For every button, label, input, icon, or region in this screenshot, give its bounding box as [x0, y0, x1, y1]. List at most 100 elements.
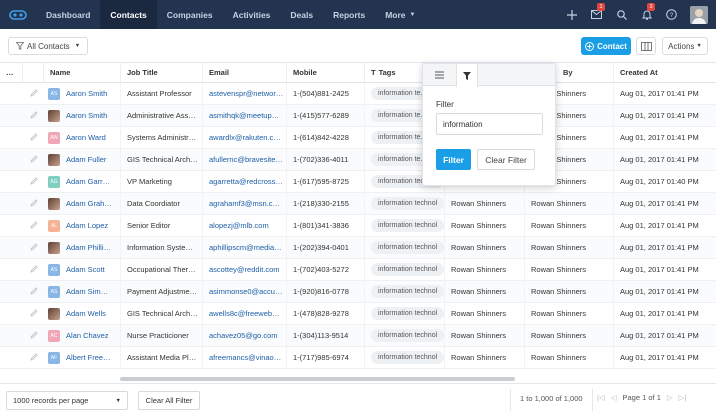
cell-email[interactable]: aphillipscm@media…: [202, 237, 286, 259]
cell-email[interactable]: awells8c@freeweb…: [202, 303, 286, 325]
cell-name[interactable]: Adam Wells: [48, 303, 120, 325]
cell-name[interactable]: AW Aaron Ward: [48, 127, 120, 149]
edit-pencil-icon[interactable]: [30, 287, 38, 297]
contact-name-link[interactable]: Adam Sim…: [66, 281, 108, 303]
user-avatar[interactable]: [690, 5, 708, 24]
column-layout-button[interactable]: [636, 37, 656, 55]
contact-name-link[interactable]: Adam Grah…: [66, 193, 112, 215]
edit-pencil-icon[interactable]: [30, 177, 38, 187]
clear-filter-button[interactable]: Clear Filter: [477, 149, 535, 170]
edit-pencil-icon[interactable]: [30, 89, 38, 99]
edit-pencil-icon[interactable]: [30, 221, 38, 231]
nav-dashboard[interactable]: Dashboard: [36, 0, 100, 29]
table-row[interactable]: Adam Wells GIS Technical Arch… awells8c@fr…: [0, 303, 716, 325]
mail-icon[interactable]: 1: [584, 0, 609, 29]
contact-name-link[interactable]: Adam Lopez: [66, 215, 108, 237]
cell-name[interactable]: AF Albert Free…: [48, 347, 120, 369]
nav-contacts[interactable]: Contacts: [100, 0, 157, 29]
view-selector[interactable]: All Contacts ▼: [8, 37, 89, 55]
table-row[interactable]: Adam Fuller GIS Technical Arch… afullernc@…: [0, 149, 716, 171]
prev-page-icon[interactable]: ◁: [611, 393, 617, 402]
edit-pencil-icon[interactable]: [30, 199, 38, 209]
cell-email[interactable]: asmithqk@meetup…: [202, 105, 286, 127]
table-row[interactable]: AS Aaron Smith Assistant Professor astevens…: [0, 83, 716, 105]
header-job-title[interactable]: Job Title: [120, 63, 202, 83]
cell-email[interactable]: awardlx@rakuten.c…: [202, 127, 286, 149]
cell-email[interactable]: ascottey@reddit.com: [202, 259, 286, 281]
filter-input[interactable]: [436, 113, 543, 135]
cell-name[interactable]: AS Adam Scott: [48, 259, 120, 281]
cell-name[interactable]: AS Aaron Smith: [48, 83, 120, 105]
first-page-icon[interactable]: |◁: [597, 393, 605, 402]
cell-name[interactable]: Adam Philli…: [48, 237, 120, 259]
app-logo-icon[interactable]: [0, 0, 36, 29]
contact-name-link[interactable]: Albert Free…: [66, 347, 111, 369]
cell-name[interactable]: Adam Grah…: [48, 193, 120, 215]
tag-pill[interactable]: information technol: [371, 307, 444, 320]
next-page-icon[interactable]: ▷: [667, 393, 673, 402]
edit-pencil-icon[interactable]: [30, 243, 38, 253]
contact-name-link[interactable]: Adam Garr…: [66, 171, 110, 193]
header-mobile[interactable]: Mobile: [286, 63, 364, 83]
nav-activities[interactable]: Activities: [223, 0, 281, 29]
table-row[interactable]: AL Adam Lopez Senior Editor alopezj@mlb.com…: [0, 215, 716, 237]
header-email[interactable]: Email: [202, 63, 286, 83]
table-row[interactable]: Adam Philli… Information Syste… aphillipsc…: [0, 237, 716, 259]
tag-pill[interactable]: information technol: [371, 219, 444, 232]
search-icon[interactable]: [609, 0, 634, 29]
cell-email[interactable]: afreemancs@vinao…: [202, 347, 286, 369]
nav-companies[interactable]: Companies: [157, 0, 223, 29]
edit-pencil-icon[interactable]: [30, 331, 38, 341]
apply-filter-button[interactable]: Filter: [436, 149, 471, 170]
table-row[interactable]: AW Aaron Ward Systems Administr… awardlx@ra…: [0, 127, 716, 149]
cell-name[interactable]: AC Alan Chavez: [48, 325, 120, 347]
tag-pill[interactable]: information technol: [371, 241, 444, 254]
last-page-icon[interactable]: ▷|: [679, 393, 687, 402]
cell-name[interactable]: AS Adam Sim…: [48, 281, 120, 303]
edit-pencil-icon[interactable]: [30, 155, 38, 165]
table-row[interactable]: Adam Grah… Data Coordiator agrahamf3@msn.c…: [0, 193, 716, 215]
contact-name-link[interactable]: Adam Philli…: [66, 237, 111, 259]
contact-name-link[interactable]: Adam Wells: [66, 303, 106, 325]
cell-name[interactable]: Adam Fuller: [48, 149, 120, 171]
table-row[interactable]: AS Adam Sim… Payment Adjustme… asimmonse0@a…: [0, 281, 716, 303]
contact-name-link[interactable]: Adam Fuller: [66, 149, 106, 171]
cell-name[interactable]: AL Adam Lopez: [48, 215, 120, 237]
table-row[interactable]: Aaron Smith Administrative Ass… asmithqk@m…: [0, 105, 716, 127]
nav-more[interactable]: More ▼: [375, 0, 425, 29]
cell-email[interactable]: alopezj@mlb.com: [202, 215, 286, 237]
contact-name-link[interactable]: Adam Scott: [66, 259, 105, 281]
cell-email[interactable]: afullernc@bravesite…: [202, 149, 286, 171]
table-row[interactable]: AS Adam Scott Occupational Ther… ascottey@r…: [0, 259, 716, 281]
actions-button[interactable]: Actions ▼: [662, 37, 708, 55]
table-row[interactable]: AC Alan Chavez Nurse Practicioner achavez05…: [0, 325, 716, 347]
contact-name-link[interactable]: Aaron Smith: [66, 105, 107, 127]
tag-pill[interactable]: information technol: [371, 329, 444, 342]
cell-name[interactable]: Aaron Smith: [48, 105, 120, 127]
tag-pill[interactable]: information technol: [371, 285, 444, 298]
cell-email[interactable]: asimmonse0@accu…: [202, 281, 286, 303]
contact-name-link[interactable]: Aaron Ward: [66, 127, 106, 149]
clear-all-filter-button[interactable]: Clear All Filter: [138, 391, 200, 410]
edit-pencil-icon[interactable]: [30, 353, 38, 363]
cell-email[interactable]: astevenspr@networ…: [202, 83, 286, 105]
header-created-at[interactable]: Created At: [613, 63, 716, 83]
popup-menu-tab[interactable]: [428, 64, 450, 86]
tag-pill[interactable]: information technol: [371, 197, 444, 210]
plus-icon[interactable]: [559, 0, 584, 29]
horizontal-scrollbar[interactable]: [120, 377, 515, 381]
help-icon[interactable]: ?: [659, 0, 684, 29]
edit-pencil-icon[interactable]: [30, 309, 38, 319]
edit-pencil-icon[interactable]: [30, 265, 38, 275]
nav-reports[interactable]: Reports: [323, 0, 375, 29]
header-menu-icon[interactable]: …: [0, 63, 22, 83]
contact-name-link[interactable]: Aaron Smith: [66, 83, 107, 105]
cell-email[interactable]: agarretta@redcross…: [202, 171, 286, 193]
edit-pencil-icon[interactable]: [30, 133, 38, 143]
cell-email[interactable]: achavez05@go.com: [202, 325, 286, 347]
nav-deals[interactable]: Deals: [280, 0, 323, 29]
table-row[interactable]: AF Albert Free… Assistant Media Pl… afreema…: [0, 347, 716, 369]
bell-icon[interactable]: 3: [634, 0, 659, 29]
records-per-page-select[interactable]: 1000 records per page ▼: [6, 391, 128, 410]
tag-pill[interactable]: information technol: [371, 263, 444, 276]
